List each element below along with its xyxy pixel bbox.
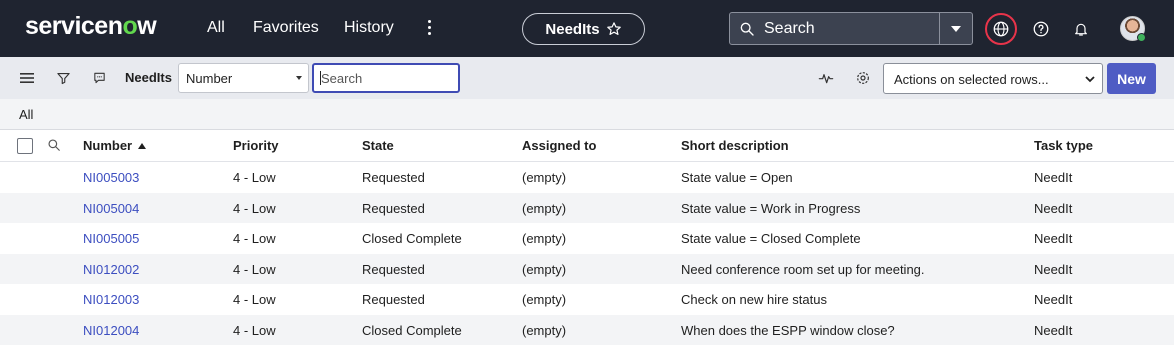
- table-row: NI012002 4 - Low Requested (empty) Need …: [0, 253, 1174, 284]
- cell-task-type: NeedIt: [1034, 292, 1073, 307]
- actions-select[interactable]: Actions on selected rows...: [883, 63, 1103, 94]
- cell-priority: 4 - Low: [233, 200, 276, 216]
- cell-assigned-to: (empty): [522, 322, 567, 338]
- cell-short-description: Need conference room set up for meeting.: [681, 261, 925, 277]
- cell-state: Requested: [362, 292, 425, 307]
- cell-task-type: NeedIt: [1034, 170, 1073, 185]
- column-header-state[interactable]: State: [362, 138, 394, 153]
- global-search[interactable]: Search: [729, 12, 973, 45]
- cell-number-link[interactable]: NI012004: [83, 323, 139, 338]
- column-search-icon[interactable]: [47, 138, 61, 157]
- table-header: Number Priority State Assigned to Short …: [0, 130, 1174, 162]
- servicenow-logo[interactable]: servicenow: [25, 12, 157, 41]
- cell-number-link[interactable]: NI012002: [83, 262, 139, 277]
- cell-assigned-to: (empty): [522, 231, 567, 246]
- sort-asc-icon: [138, 143, 147, 149]
- cell-assigned-to: (empty): [522, 170, 567, 185]
- cell-priority: 4 - Low: [233, 322, 276, 338]
- avatar[interactable]: [1120, 16, 1146, 42]
- cell-number-link[interactable]: NI005005: [83, 231, 139, 246]
- bell-icon[interactable]: [1065, 13, 1097, 45]
- column-header-number-label: Number: [83, 138, 133, 153]
- cell-priority: 4 - Low: [233, 292, 276, 307]
- caret-down-icon: [296, 76, 302, 80]
- comment-icon[interactable]: [89, 68, 109, 88]
- table-row: NI012003 4 - Low Requested (empty) Check…: [0, 284, 1174, 315]
- table-row: NI005003 4 - Low Requested (empty) State…: [0, 162, 1174, 193]
- list-title: NeedIts: [125, 70, 172, 85]
- chevron-down-icon: [1085, 76, 1095, 83]
- hamburger-icon[interactable]: [17, 68, 37, 88]
- cell-short-description: State value = Closed Complete: [681, 231, 861, 246]
- new-button[interactable]: New: [1107, 63, 1156, 94]
- nav-favorites[interactable]: Favorites: [253, 19, 319, 37]
- nav-history[interactable]: History: [344, 19, 394, 37]
- cell-priority: 4 - Low: [233, 261, 276, 277]
- column-header-number[interactable]: Number: [83, 138, 147, 153]
- more-vertical-icon[interactable]: [424, 17, 434, 41]
- list-toolbar: NeedIts Number Search Actions on selecte…: [0, 57, 1174, 99]
- nav-all[interactable]: All: [207, 19, 225, 37]
- help-icon[interactable]: [1025, 13, 1057, 45]
- context-pill-label: NeedIts: [545, 20, 600, 38]
- table-row: NI012004 4 - Low Closed Complete (empty)…: [0, 314, 1174, 345]
- activity-icon[interactable]: [816, 68, 836, 88]
- cell-state: Requested: [362, 261, 425, 277]
- list-search-placeholder: Search: [321, 71, 363, 86]
- cell-task-type: NeedIt: [1034, 231, 1073, 246]
- cell-priority: 4 - Low: [233, 231, 276, 246]
- list-search-input[interactable]: Search: [312, 63, 460, 93]
- gear-icon[interactable]: [853, 68, 873, 88]
- column-header-task-type[interactable]: Task type: [1034, 138, 1093, 153]
- cell-priority: 4 - Low: [233, 170, 276, 185]
- column-header-priority[interactable]: Priority: [233, 138, 279, 153]
- column-header-assigned-to[interactable]: Assigned to: [522, 138, 596, 153]
- presence-indicator: [1137, 33, 1146, 42]
- cell-state: Requested: [362, 170, 425, 185]
- cell-short-description: State value = Open: [681, 170, 793, 185]
- star-icon[interactable]: [606, 21, 622, 37]
- column-header-short-description[interactable]: Short description: [681, 138, 789, 153]
- breadcrumb[interactable]: All: [19, 107, 33, 122]
- logo-text-suffix: w: [137, 12, 157, 40]
- search-field-select[interactable]: Number: [178, 63, 309, 93]
- cell-assigned-to: (empty): [522, 292, 567, 307]
- cell-short-description: Check on new hire status: [681, 292, 827, 307]
- chevron-down-icon[interactable]: [939, 13, 972, 44]
- cell-state: Requested: [362, 200, 425, 216]
- search-field-select-value: Number: [186, 71, 233, 86]
- cell-number-link[interactable]: NI012003: [83, 292, 139, 307]
- cell-task-type: NeedIt: [1034, 261, 1073, 277]
- breadcrumb-bar: All: [0, 99, 1174, 130]
- cell-short-description: State value = Work in Progress: [681, 200, 861, 216]
- logo-text-o: o: [122, 12, 138, 40]
- cell-state: Closed Complete: [362, 322, 462, 338]
- cell-short-description: When does the ESPP window close?: [681, 322, 895, 338]
- logo-text-prefix: servicen: [25, 12, 123, 40]
- table-row: NI005005 4 - Low Closed Complete (empty)…: [0, 223, 1174, 254]
- cell-assigned-to: (empty): [522, 261, 567, 277]
- cell-number-link[interactable]: NI005003: [83, 170, 139, 185]
- top-navigation: servicenow All Favorites History NeedIts…: [0, 0, 1174, 57]
- cell-state: Closed Complete: [362, 231, 462, 246]
- global-search-input[interactable]: Search: [764, 20, 939, 38]
- cell-assigned-to: (empty): [522, 200, 567, 216]
- select-all-checkbox[interactable]: [17, 138, 33, 154]
- cell-number-link[interactable]: NI005004: [83, 201, 139, 216]
- cell-task-type: NeedIt: [1034, 322, 1073, 338]
- context-pill[interactable]: NeedIts: [522, 13, 645, 45]
- cell-task-type: NeedIt: [1034, 200, 1073, 216]
- actions-select-value: Actions on selected rows...: [894, 72, 1049, 87]
- table-row: NI005004 4 - Low Requested (empty) State…: [0, 192, 1174, 223]
- filter-icon[interactable]: [53, 68, 73, 88]
- globe-icon[interactable]: [985, 13, 1017, 45]
- search-icon: [730, 21, 764, 37]
